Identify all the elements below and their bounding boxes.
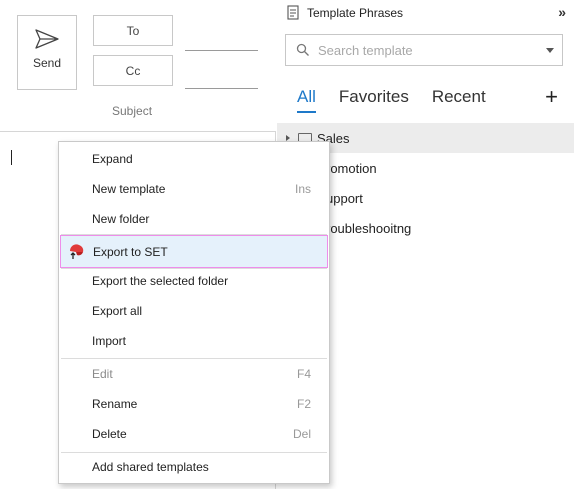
send-label: Send	[32, 56, 62, 70]
search-placeholder: Search template	[318, 42, 413, 58]
compose-header: Send To Cc Subject	[0, 0, 276, 132]
to-field[interactable]	[185, 50, 258, 51]
tab-all[interactable]: All	[297, 87, 316, 113]
to-button[interactable]: To	[93, 15, 173, 46]
menu-item-label: Export to SET	[93, 244, 168, 259]
tree-label: upport	[326, 190, 363, 206]
template-phrases-icon	[287, 5, 299, 20]
menu-item-label: New template	[92, 182, 166, 196]
menu-item-shortcut: Ins	[294, 182, 311, 196]
context-menu: Expand New template Ins New folder Expor…	[58, 141, 330, 484]
menu-item-rename[interactable]: Rename F2	[59, 389, 329, 419]
send-button[interactable]: Send	[17, 15, 77, 90]
menu-item-export-to-set[interactable]: Export to SET	[60, 235, 328, 268]
search-icon	[296, 43, 309, 56]
menu-item-shortcut: F2	[296, 397, 311, 411]
export-set-icon	[70, 244, 84, 259]
menu-item-export-all[interactable]: Export all	[59, 296, 329, 326]
menu-item-import[interactable]: Import	[59, 326, 329, 356]
template-tabs: All Favorites Recent	[297, 87, 509, 113]
tree-label: romotion	[326, 160, 377, 176]
pane-title: Template Phrases	[307, 6, 404, 20]
menu-item-label: Import	[92, 334, 127, 348]
pane-header: Template Phrases	[285, 5, 403, 21]
menu-item-label: Export the selected folder	[92, 274, 229, 288]
app-window: Send To Cc Subject Template Phrases » Se…	[0, 0, 574, 489]
menu-item-label: Delete	[92, 427, 127, 441]
menu-item-label: New folder	[92, 212, 150, 226]
collapse-pane-icon[interactable]: »	[558, 4, 566, 20]
add-template-icon[interactable]: +	[545, 84, 558, 110]
menu-item-new-template[interactable]: New template Ins	[59, 174, 329, 204]
subject-label[interactable]: Subject	[112, 104, 152, 118]
menu-item-edit[interactable]: Edit F4	[59, 359, 329, 389]
search-template-input[interactable]: Search template	[285, 34, 563, 66]
menu-item-label: Edit	[92, 367, 113, 381]
menu-item-add-shared-templates[interactable]: Add shared templates	[59, 452, 329, 482]
menu-item-shortcut: F4	[296, 367, 311, 381]
menu-item-label: Add shared templates	[92, 460, 209, 474]
menu-item-new-folder[interactable]: New folder	[59, 204, 329, 234]
menu-item-delete[interactable]: Delete Del	[59, 419, 329, 449]
menu-item-label: Expand	[92, 152, 133, 166]
cc-button[interactable]: Cc	[93, 55, 173, 86]
menu-item-expand[interactable]: Expand	[59, 144, 329, 174]
tab-recent[interactable]: Recent	[432, 87, 486, 113]
cc-field[interactable]	[185, 88, 258, 89]
tab-favorites[interactable]: Favorites	[339, 87, 409, 113]
search-dropdown-icon[interactable]	[546, 48, 554, 53]
send-icon	[35, 29, 59, 49]
menu-item-shortcut: Del	[292, 427, 311, 441]
tree-label: roubleshooitng	[326, 220, 412, 236]
menu-item-export-selected-folder[interactable]: Export the selected folder	[59, 266, 329, 296]
menu-item-label: Rename	[92, 397, 138, 411]
text-caret	[11, 150, 12, 165]
menu-item-label: Export all	[92, 304, 143, 318]
